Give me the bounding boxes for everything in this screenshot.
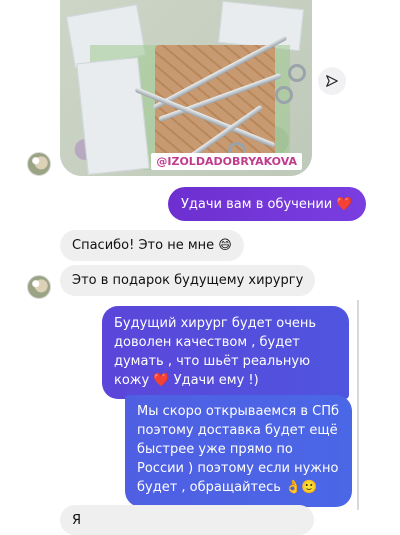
instrument-ring-handle bbox=[275, 86, 293, 104]
message-bubble-incoming[interactable]: Это в подарок будущему хирургу bbox=[60, 265, 316, 296]
instrument-ring-handle bbox=[288, 64, 306, 82]
message-bubble-outgoing[interactable]: Мы скоро открываемся в СПб поэтому доста… bbox=[125, 395, 352, 507]
paper-plane-icon bbox=[326, 75, 338, 87]
shared-post-photo[interactable]: @IZOLDADOBRYAKOVA bbox=[60, 0, 312, 176]
scrollbar[interactable] bbox=[357, 300, 359, 510]
sterile-package bbox=[76, 57, 150, 175]
avatar[interactable] bbox=[27, 275, 51, 299]
message-bubble-incoming[interactable]: Я bbox=[60, 505, 314, 535]
message-bubble-outgoing[interactable]: Будущий хирург будет очень доволен качес… bbox=[102, 306, 349, 399]
message-bubble-outgoing[interactable]: Удачи вам в обучении ❤️ bbox=[168, 187, 366, 221]
share-button[interactable] bbox=[318, 67, 346, 95]
watermark-username: @IZOLDADOBRYAKOVA bbox=[151, 153, 302, 170]
sterile-package bbox=[218, 0, 304, 52]
avatar[interactable] bbox=[27, 152, 51, 176]
message-bubble-incoming[interactable]: Спасибо! Это не мне 😄 bbox=[60, 230, 244, 261]
